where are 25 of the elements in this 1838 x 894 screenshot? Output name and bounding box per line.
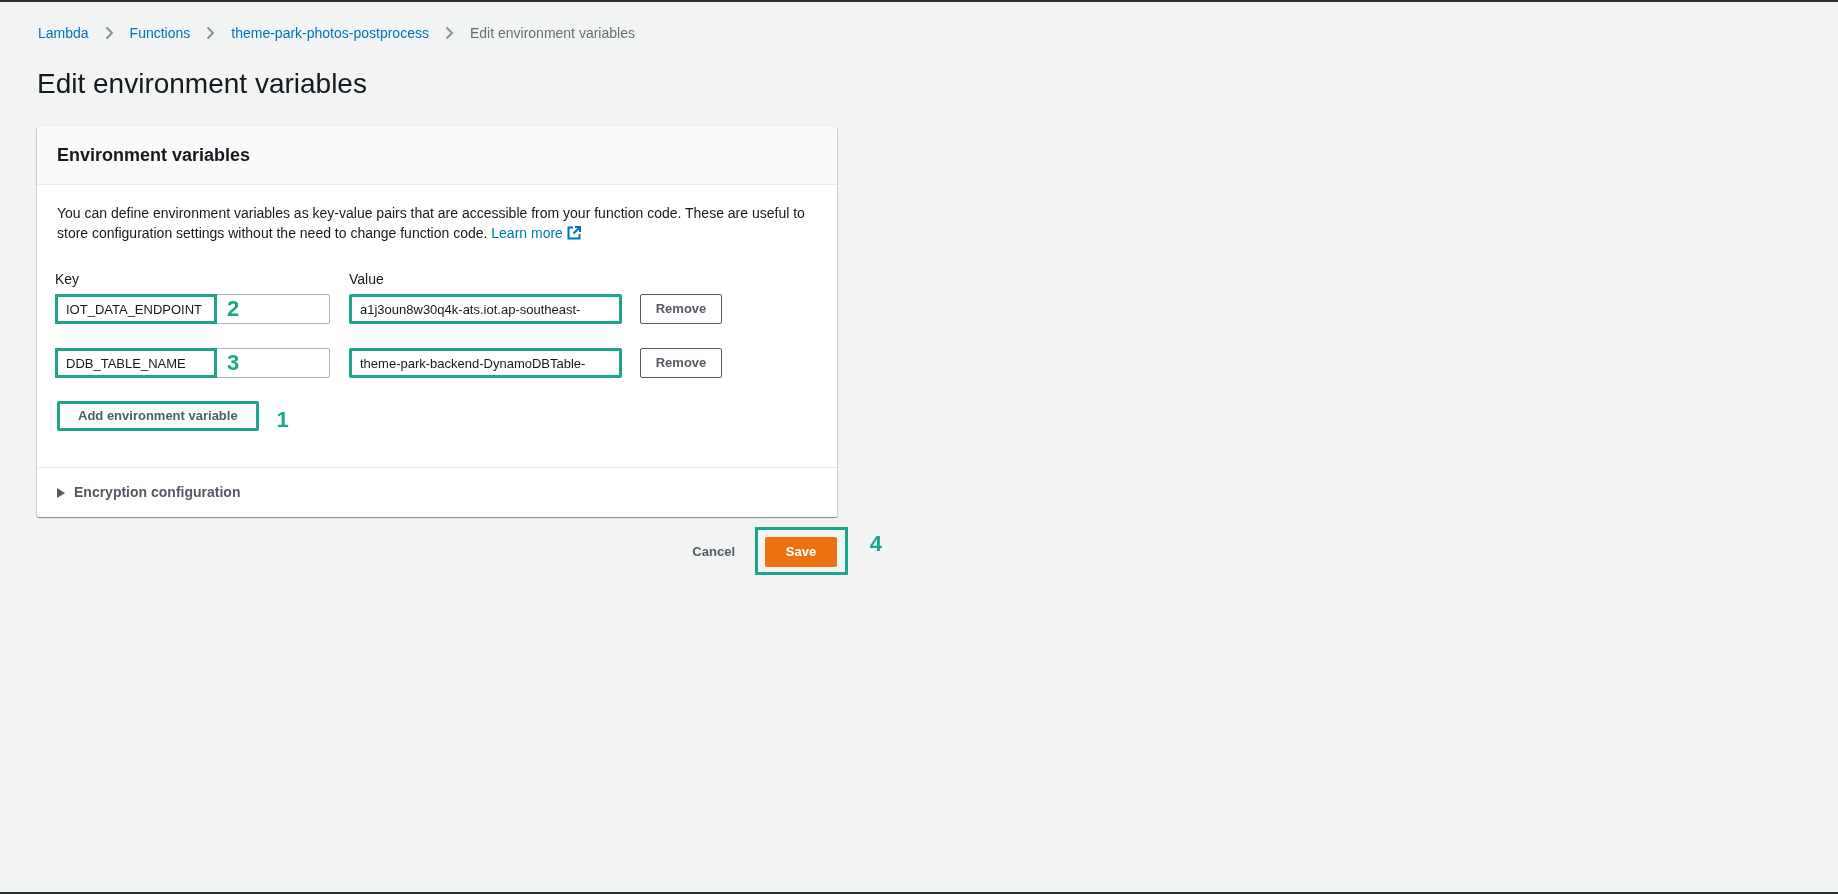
breadcrumb-link[interactable]: Functions [129, 22, 191, 44]
cancel-button[interactable]: Cancel [692, 537, 735, 567]
add-environment-variable-button[interactable]: Add environment variable [57, 401, 259, 431]
description-text: You can define environment variables as key-value pairs that are accessible from your function code. These are useful to store configuration settings without the need to change function code. Learn more [57, 204, 806, 243]
chevron-right-icon [444, 26, 454, 40]
callout-number: 4 [869, 533, 882, 555]
breadcrumb-link[interactable]: Lambda [38, 22, 89, 44]
panel-title: Environment variables [57, 144, 251, 167]
learn-more-link[interactable]: Learn more [491, 223, 581, 243]
callout-number: 1 [276, 409, 289, 431]
external-link-icon [566, 226, 581, 240]
value-label: Value [349, 270, 384, 289]
remove-button[interactable]: Remove [640, 294, 722, 324]
value-input[interactable]: a1j3oun8w30q4k-ats.iot.ap-southeast- [349, 294, 622, 324]
value-input[interactable]: theme-park-backend-DynamoDBTable- [349, 348, 622, 378]
encryption-configuration-toggle[interactable]: Encryption configuration [57, 482, 241, 503]
breadcrumb-link[interactable]: theme-park-photos-postprocess [231, 22, 429, 44]
chevron-right-icon [206, 26, 216, 40]
page-title: Edit environment variables [37, 67, 368, 101]
breadcrumb-current: Edit environment variables [469, 23, 635, 43]
callout-number: 3 [227, 352, 240, 374]
key-label: Key [55, 270, 81, 289]
chevron-right-icon [104, 26, 114, 40]
callout-number: 2 [227, 298, 240, 320]
remove-button[interactable]: Remove [640, 348, 722, 378]
